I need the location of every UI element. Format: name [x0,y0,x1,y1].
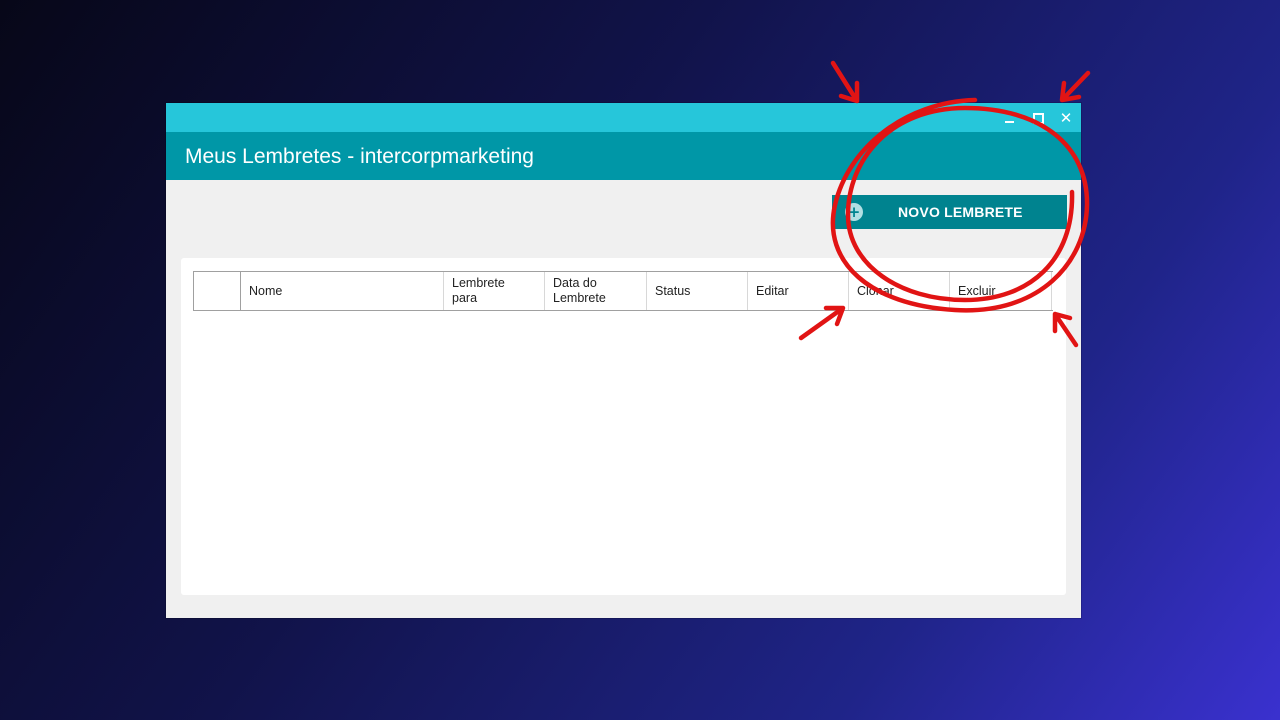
annotation-arrow-top-right [1059,70,1091,103]
new-reminder-button[interactable]: + NOVO LEMBRETE [832,195,1067,229]
app-header: Meus Lembretes - intercorpmarketing [166,132,1081,180]
column-header-nome[interactable]: Nome [241,272,444,310]
annotation-arrow-top [830,60,860,104]
column-header-clonar[interactable]: Clonar [849,272,950,310]
plus-circle-icon: + [845,203,863,221]
minimize-icon[interactable] [1000,108,1020,128]
column-header-editar[interactable]: Editar [748,272,849,310]
app-window: ✕ Meus Lembretes - intercorpmarketing + … [166,103,1081,618]
reminders-table-header: Nome Lembrete para Data do Lembrete Stat… [193,271,1053,311]
close-icon[interactable]: ✕ [1056,108,1076,128]
new-reminder-button-label: NOVO LEMBRETE [898,204,1023,220]
page-title: Meus Lembretes - intercorpmarketing [185,145,534,168]
column-header-data-do-lembrete[interactable]: Data do Lembrete [545,272,647,310]
column-header-status[interactable]: Status [647,272,748,310]
maximize-icon[interactable] [1028,108,1048,128]
column-header-lembrete-para[interactable]: Lembrete para [444,272,545,310]
reminders-panel: Nome Lembrete para Data do Lembrete Stat… [181,258,1066,595]
column-header-select[interactable] [194,272,241,310]
column-header-excluir[interactable]: Excluir [950,272,1052,310]
title-bar[interactable]: ✕ [166,103,1081,132]
